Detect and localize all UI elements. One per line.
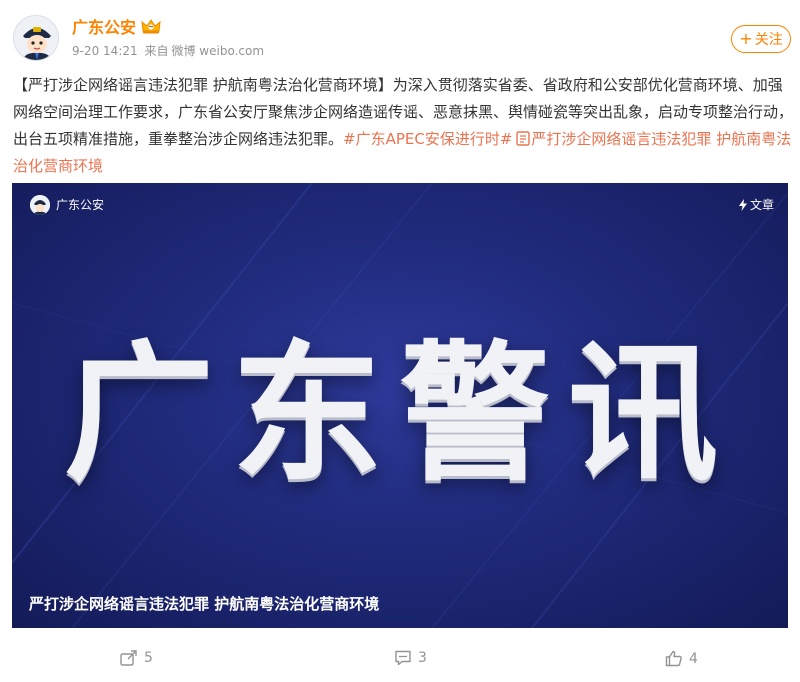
police-avatar-icon <box>30 195 50 215</box>
post-actions: 5 3 4 <box>0 640 800 682</box>
article-doc-icon <box>516 131 531 146</box>
author-row: 广东公安 <box>72 14 162 38</box>
video-author-name: 广东公安 <box>56 198 105 212</box>
follow-button[interactable]: + 关注 <box>731 25 791 53</box>
video-author-avatar <box>30 195 50 215</box>
comment-count: 3 <box>418 650 427 666</box>
post-header: 广东公安 9-20 14:21 来自 微博 weibo.com + 关注 <box>0 0 800 72</box>
verified-crown-icon <box>141 19 161 34</box>
like-count: 4 <box>689 650 698 667</box>
post-source: 微博 weibo.com <box>171 44 265 58</box>
video-caption: 严打涉企网络谣言违法犯罪 护航南粤法治化营商环境 <box>29 595 380 613</box>
post-title: 【严打涉企网络谣言违法犯罪 护航南粤法治化营商环境】 <box>13 76 393 94</box>
share-count: 5 <box>144 650 153 666</box>
post-meta: 9-20 14:21 来自 微博 weibo.com <box>72 42 267 59</box>
video-article-tag[interactable]: 文章 <box>738 195 774 215</box>
share-button[interactable]: 5 <box>120 650 153 666</box>
like-button[interactable]: 4 <box>665 650 698 667</box>
comment-icon <box>395 650 411 666</box>
video-player[interactable]: 广东公安 文章 广东警讯 严打涉企网络谣言违法犯罪 护航南粤法治化营商环境 <box>12 183 788 628</box>
post-text: 【严打涉企网络谣言违法犯罪 护航南粤法治化营商环境】为深入贯彻落实省委、省政府和… <box>13 72 793 180</box>
police-avatar-icon <box>14 16 58 60</box>
video-article-label: 文章 <box>749 198 774 212</box>
thumbs-up-icon <box>665 650 682 667</box>
follow-label: 关注 <box>754 32 783 48</box>
post-time[interactable]: 9-20 14:21 <box>72 44 138 58</box>
video-big-title: 广东警讯 <box>63 328 736 502</box>
comment-button[interactable]: 3 <box>394 650 427 666</box>
share-icon <box>120 650 137 666</box>
hashtag-link[interactable]: #广东APEC安保进行时# <box>343 130 512 148</box>
lightning-icon <box>738 199 747 211</box>
author-name[interactable]: 广东公安 <box>72 14 136 38</box>
source-prefix: 来自 <box>144 44 169 58</box>
plus-icon: + <box>739 29 753 48</box>
author-avatar[interactable] <box>13 15 59 61</box>
